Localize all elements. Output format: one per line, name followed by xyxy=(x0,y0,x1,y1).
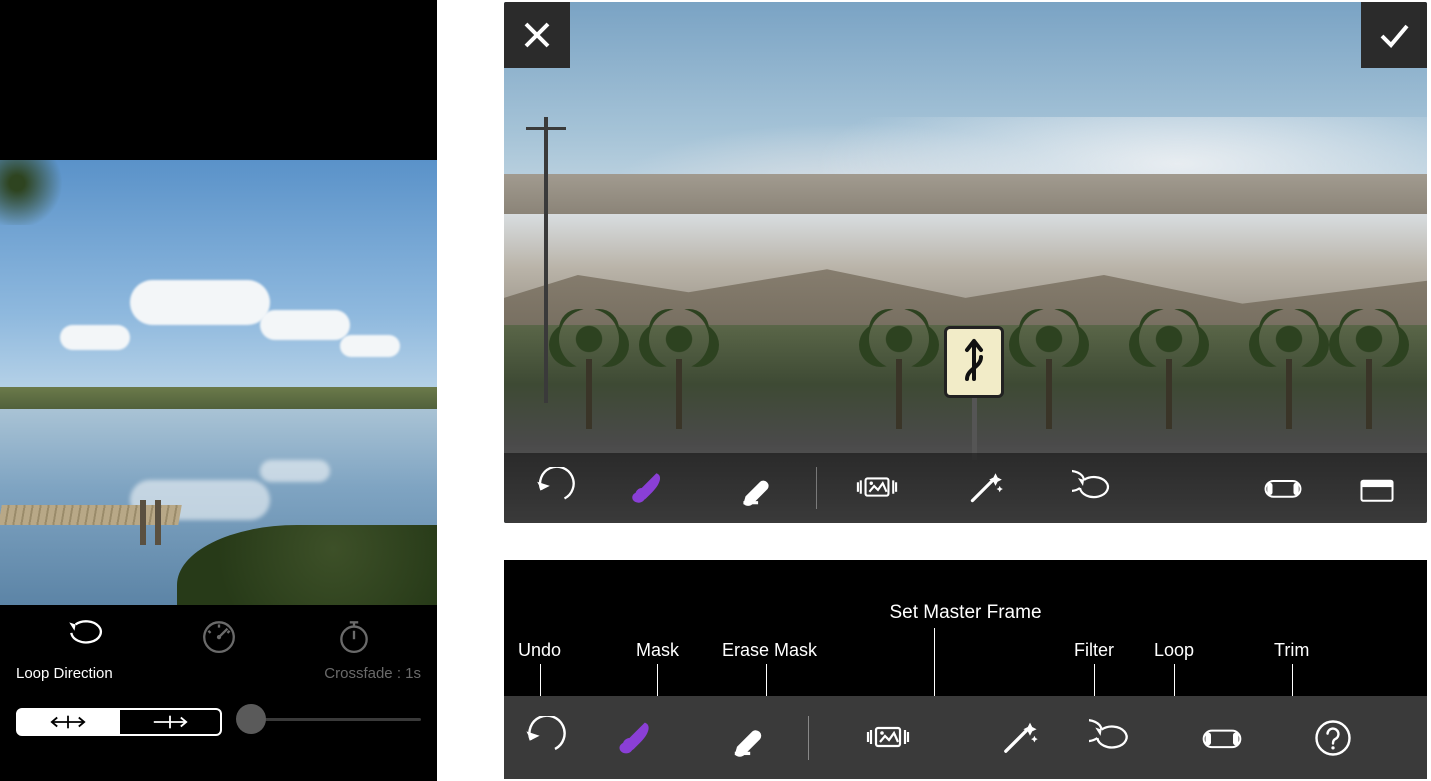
confirm-button[interactable] xyxy=(1361,2,1427,68)
set-master-frame-button[interactable] xyxy=(823,467,931,509)
loop-button[interactable] xyxy=(1039,467,1147,509)
road-sign-icon xyxy=(944,326,1004,398)
mask-button[interactable] xyxy=(594,467,702,509)
crossfade-label: Crossfade : 1s xyxy=(324,665,421,682)
legend-trim-button[interactable] xyxy=(1147,716,1297,760)
mode-loop-button[interactable] xyxy=(65,616,103,659)
undo-button[interactable] xyxy=(514,467,594,509)
legend-erase-mask-button[interactable] xyxy=(692,716,804,760)
legend-label-undo: Undo xyxy=(518,640,561,661)
crop-button[interactable] xyxy=(1337,467,1417,509)
erase-mask-button[interactable] xyxy=(702,467,810,509)
filter-button[interactable] xyxy=(931,467,1039,509)
close-button[interactable] xyxy=(504,2,570,68)
loop-direction-forward[interactable] xyxy=(120,708,222,736)
legend-label-erase-mask: Erase Mask xyxy=(722,640,817,661)
trim-button[interactable] xyxy=(1229,467,1337,509)
legend-label-trim: Trim xyxy=(1274,640,1309,661)
crossfade-slider[interactable] xyxy=(246,689,421,749)
legend-undo-button[interactable] xyxy=(508,716,580,760)
loop-direction-back-and-forth[interactable] xyxy=(16,708,120,736)
preview-image xyxy=(0,160,437,605)
legend-loop-button[interactable] xyxy=(1075,716,1147,760)
legend-filter-button[interactable] xyxy=(963,716,1075,760)
loop-settings-panel: Loop Direction Crossfade : 1s xyxy=(0,0,437,781)
loop-direction-label: Loop Direction xyxy=(16,665,113,682)
editor-panel xyxy=(504,2,1427,523)
legend-help-button[interactable] xyxy=(1297,716,1369,760)
legend-label-loop: Loop xyxy=(1154,640,1194,661)
slider-thumb[interactable] xyxy=(236,704,266,734)
legend-label-filter: Filter xyxy=(1074,640,1114,661)
mode-timer-button[interactable] xyxy=(335,616,373,659)
legend-mask-button[interactable] xyxy=(580,716,692,760)
legend-separator xyxy=(808,716,809,760)
editor-toolbar xyxy=(504,453,1427,523)
legend-label-mask: Mask xyxy=(636,640,679,661)
toolbar-legend-panel: Set Master Frame Undo Mask Erase Mask Fi… xyxy=(504,560,1427,779)
toolbar-separator xyxy=(816,467,817,509)
loop-direction-toggle[interactable] xyxy=(16,708,222,736)
loop-controls: Loop Direction Crossfade : 1s xyxy=(0,605,437,781)
legend-toolbar xyxy=(504,696,1427,779)
mode-speed-button[interactable] xyxy=(200,616,238,659)
letterbox-top xyxy=(0,0,437,160)
legend-title: Set Master Frame xyxy=(504,602,1427,624)
legend-set-master-frame-button[interactable] xyxy=(813,716,963,760)
